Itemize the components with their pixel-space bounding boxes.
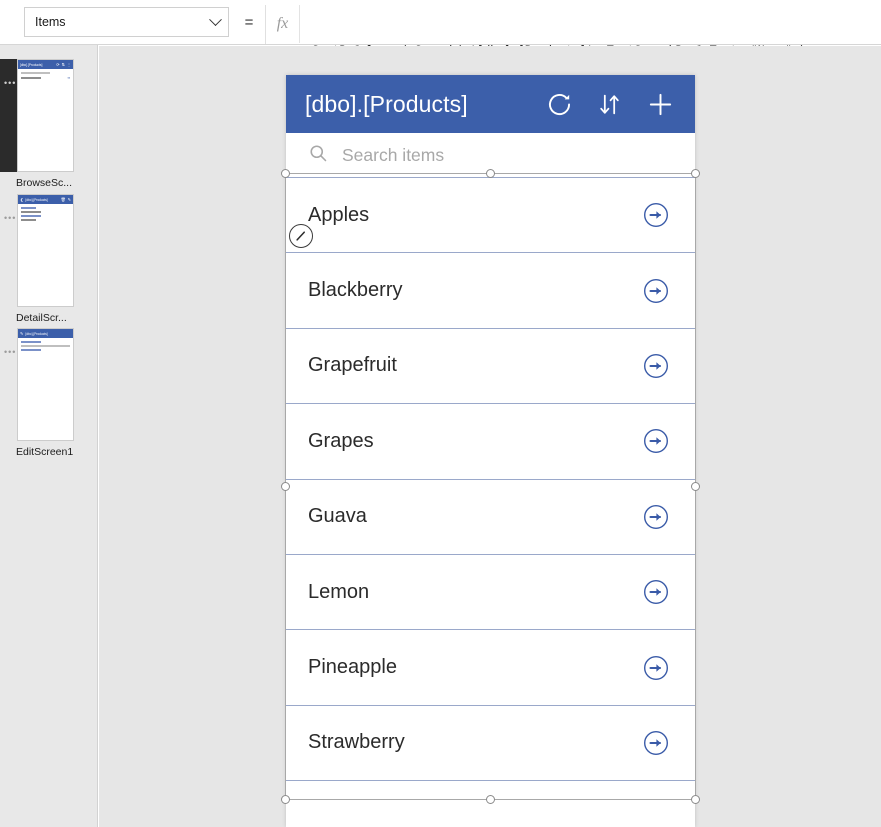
thumbnail-body: ➔	[18, 69, 73, 80]
arrow-right-circle-icon[interactable]	[643, 655, 669, 681]
property-dropdown[interactable]: Items	[24, 7, 229, 37]
thumbnail-header: ❮ [dbo].[Products] 🗑 ✎	[18, 195, 73, 204]
screen-overflow-menu-icon[interactable]: •••	[4, 79, 16, 88]
thumbnail-body	[18, 204, 73, 221]
add-icon[interactable]	[646, 90, 675, 119]
thumbnail-delete-icon: 🗑	[60, 196, 66, 202]
items-gallery[interactable]: Apples Blackberry Grapefruit Grapes Guav…	[286, 177, 695, 827]
search-box[interactable]: Search items	[286, 133, 695, 177]
thumbnail-row-label	[21, 77, 41, 79]
selection-strip	[0, 59, 18, 172]
app-title: [dbo].[Products]	[305, 90, 468, 117]
thumbnail-edit-icon: ✎	[20, 330, 24, 336]
app-header: [dbo].[Products]	[286, 75, 695, 133]
gallery-row[interactable]: Lemon	[286, 554, 695, 631]
gallery-row[interactable]: Blackberry	[286, 253, 695, 329]
gallery-row[interactable]: Guava	[286, 479, 695, 555]
screen-label: DetailScr...	[16, 312, 67, 324]
gallery-row-label: Pineapple	[308, 656, 397, 679]
thumbnail-header: [dbo].[Products] ⟳ ⇅ ⋮	[18, 60, 73, 69]
gallery-row-label: Grapefruit	[308, 354, 397, 377]
design-canvas[interactable]: [dbo].[Products] Search items Apples Bla…	[99, 46, 881, 827]
gallery-row-label: Blackberry	[308, 279, 403, 302]
thumbnail-arrow-icon: ➔	[67, 76, 70, 81]
pencil-icon[interactable]	[289, 224, 313, 248]
gallery-row-label: Lemon	[308, 580, 370, 603]
search-icon	[308, 143, 328, 168]
thumbnail-field-value	[21, 211, 41, 213]
screen-thumbnail[interactable]: ❮ [dbo].[Products] 🗑 ✎	[17, 194, 74, 307]
thumbnail-field-value	[21, 219, 36, 221]
thumbnail-title: [dbo].[Products]	[25, 331, 48, 336]
gallery-row[interactable]: Apples	[286, 178, 695, 254]
thumbnail-field-label	[21, 349, 41, 351]
gallery-row-label: Guava	[308, 505, 367, 528]
arrow-right-circle-icon[interactable]	[643, 504, 669, 530]
screens-sidebar: ••• [dbo].[Products] ⟳ ⇅ ⋮ ➔ BrowseSc...…	[0, 45, 98, 827]
screen-overflow-menu-icon[interactable]: •••	[4, 214, 16, 223]
gallery-row[interactable]: Grapefruit	[286, 328, 695, 405]
arrow-right-circle-icon[interactable]	[643, 579, 669, 605]
gallery-row-partial[interactable]	[286, 781, 695, 827]
formula-bar: Items = fx SortByColumns( Search( '[dbo]…	[0, 0, 881, 104]
refresh-icon[interactable]	[546, 91, 573, 118]
thumbnail-edit-icon: ✎	[67, 196, 71, 202]
search-input[interactable]: Search items	[342, 145, 444, 166]
thumbnail-field-input	[21, 345, 70, 347]
chevron-down-icon	[209, 12, 222, 26]
thumbnail-refresh-icon: ⟳	[56, 61, 60, 67]
gallery-row[interactable]: Strawberry	[286, 705, 695, 782]
formula-input-wrapper[interactable]: fx SortByColumns( Search( '[dbo].[Produc…	[265, 5, 881, 104]
thumbnail-title: [dbo].[Products]	[20, 62, 43, 67]
equals-sign: =	[244, 13, 254, 31]
thumbnail-body	[18, 338, 73, 351]
app-screen-frame: [dbo].[Products] Search items Apples Bla…	[286, 75, 695, 827]
screen-overflow-menu-icon[interactable]: •••	[4, 348, 16, 357]
sort-icon[interactable]	[597, 91, 622, 118]
property-dropdown-value: Items	[35, 15, 66, 29]
thumbnail-title: [dbo].[Products]	[25, 197, 48, 202]
thumbnail-field-label	[21, 341, 41, 343]
gallery-row[interactable]: Pineapple	[286, 630, 695, 706]
thumbnail-row: ➔	[21, 76, 70, 80]
thumbnail-back-icon: ❮	[20, 196, 24, 202]
thumbnail-search-line	[21, 72, 51, 74]
thumbnail-sort-icon: ⇅	[61, 61, 65, 67]
fx-icon: fx	[266, 5, 300, 43]
arrow-right-circle-icon[interactable]	[643, 730, 669, 756]
gallery-row-label: Grapes	[308, 429, 374, 452]
arrow-right-circle-icon[interactable]	[643, 202, 669, 228]
screen-label: BrowseSc...	[16, 177, 73, 189]
thumbnail-add-icon: ⋮	[67, 61, 71, 67]
screen-label: EditScreen1	[16, 446, 74, 458]
thumbnail-field-label	[21, 207, 36, 209]
thumbnail-header: ✎ [dbo].[Products]	[18, 329, 73, 338]
gallery-row[interactable]: Grapes	[286, 404, 695, 480]
gallery-row-label: Strawberry	[308, 731, 405, 754]
arrow-right-circle-icon[interactable]	[643, 278, 669, 304]
arrow-right-circle-icon[interactable]	[643, 428, 669, 454]
screen-thumbnail[interactable]: [dbo].[Products] ⟳ ⇅ ⋮ ➔	[17, 59, 74, 172]
arrow-right-circle-icon[interactable]	[643, 353, 669, 379]
thumbnail-field-label	[21, 215, 41, 217]
screen-thumbnail[interactable]: ✎ [dbo].[Products]	[17, 328, 74, 441]
gallery-row-label: Apples	[308, 203, 370, 226]
